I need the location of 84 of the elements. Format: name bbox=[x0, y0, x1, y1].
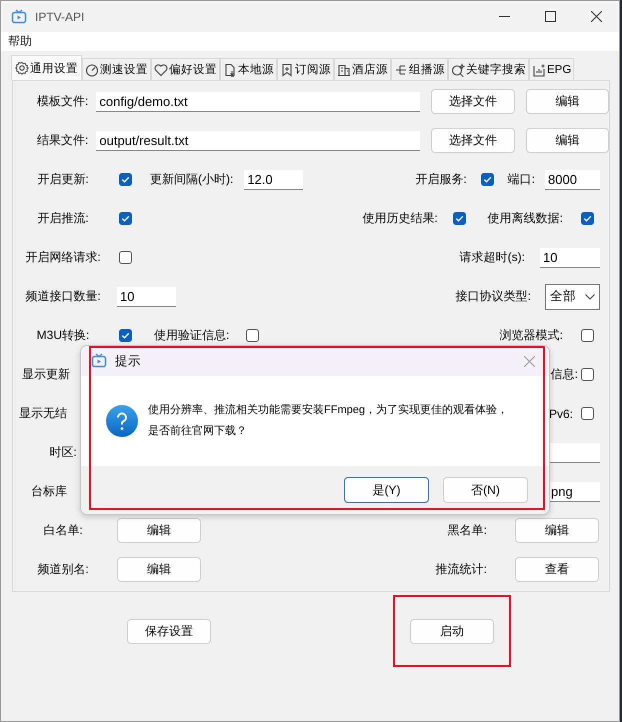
choose-file-button[interactable]: 选择文件 bbox=[431, 89, 515, 114]
text-field[interactable]: png bbox=[548, 482, 600, 502]
search-icon bbox=[451, 62, 465, 76]
save-settings-button[interactable]: 保存设置 bbox=[127, 618, 211, 644]
text-field[interactable]: output/result.txt bbox=[96, 130, 420, 150]
file-download-icon bbox=[223, 62, 237, 76]
field-label: 开启服务: bbox=[415, 171, 467, 188]
field-label: 黑名单: bbox=[448, 522, 487, 539]
field-label: 浏览器模式: bbox=[500, 327, 563, 344]
field-label: 白名单: bbox=[42, 522, 84, 539]
gear-icon bbox=[15, 61, 29, 75]
field-label: 台标库 bbox=[31, 483, 67, 500]
field-label: 开启网络请求: bbox=[24, 249, 102, 266]
edit-button[interactable]: 编辑 bbox=[117, 557, 201, 582]
tab[interactable]: 组播源 bbox=[391, 58, 448, 80]
tab[interactable]: EPG bbox=[529, 58, 574, 80]
tv-icon bbox=[91, 353, 107, 369]
field-label: 显示无结 bbox=[19, 405, 67, 422]
checkbox[interactable] bbox=[119, 329, 132, 342]
field-label: 开启推流: bbox=[36, 210, 90, 227]
chevron-icon bbox=[585, 294, 595, 300]
dialog-button[interactable]: 是(Y) bbox=[344, 477, 429, 503]
close-icon[interactable] bbox=[590, 11, 602, 22]
field-label: 端口: bbox=[508, 171, 535, 188]
tab[interactable]: 酒店源 bbox=[334, 58, 391, 80]
field-label: 开启更新: bbox=[36, 171, 90, 188]
text-field[interactable] bbox=[548, 442, 600, 462]
tab[interactable]: 偏好设置 bbox=[151, 58, 220, 80]
branch-icon bbox=[394, 62, 408, 76]
tab[interactable]: 测速设置 bbox=[82, 58, 151, 80]
field-label: 时区: bbox=[48, 444, 78, 461]
dialog-title: 提示 bbox=[115, 352, 141, 370]
checkbox[interactable] bbox=[581, 329, 594, 342]
checkbox[interactable] bbox=[581, 368, 594, 381]
field-label: 请求超时(s): bbox=[460, 249, 525, 266]
edit-button[interactable]: 编辑 bbox=[526, 128, 609, 153]
tab[interactable]: 关键字搜索 bbox=[448, 58, 529, 80]
field-label: 信息: bbox=[550, 366, 578, 383]
field-label: 推流统计: bbox=[436, 561, 487, 578]
checkbox[interactable] bbox=[480, 173, 494, 186]
tab[interactable]: 通用设置 bbox=[11, 55, 82, 80]
text-field[interactable]: 12.0 bbox=[244, 170, 304, 190]
edit-button[interactable]: 编辑 bbox=[526, 89, 609, 114]
text-field[interactable]: 10 bbox=[540, 248, 600, 268]
window-title: IPTV-API bbox=[35, 10, 84, 24]
choose-file-button[interactable]: 选择文件 bbox=[431, 128, 515, 153]
menu-item[interactable]: 帮助 bbox=[1, 33, 39, 50]
field-label: Pv6: bbox=[548, 406, 573, 420]
field-label: M3U转换: bbox=[36, 327, 90, 344]
protocol-dropdown[interactable]: 全部 bbox=[545, 284, 600, 310]
tv-icon bbox=[11, 8, 27, 24]
dialog-message: 使用分辨率、推流相关功能需要安装FFmpeg，为了实现更佳的观看体验， 是否前往官网下载？ bbox=[148, 402, 508, 439]
checkbox[interactable] bbox=[119, 173, 132, 186]
field-label: 使用离线数据: bbox=[488, 210, 563, 227]
text-field[interactable]: 10 bbox=[117, 286, 176, 306]
text-field[interactable]: 8000 bbox=[545, 170, 600, 190]
tab[interactable]: 订阅源 bbox=[277, 58, 334, 80]
field-label: 使用验证信息: bbox=[154, 327, 230, 344]
text-field[interactable]: config/demo.txt bbox=[96, 92, 420, 112]
field-label: 接口协议类型: bbox=[456, 288, 531, 305]
maximize-icon[interactable] bbox=[544, 11, 556, 22]
edit-button[interactable]: 编辑 bbox=[515, 518, 599, 543]
checkbox[interactable] bbox=[581, 212, 594, 225]
checkbox[interactable] bbox=[119, 251, 132, 264]
heart-icon bbox=[154, 62, 168, 76]
field-label: 频道别名: bbox=[36, 561, 90, 578]
gauge-icon bbox=[85, 62, 99, 76]
field-label: 显示更新 bbox=[22, 366, 70, 383]
field-label: 频道接口数量: bbox=[24, 288, 102, 305]
bookmark-icon bbox=[280, 62, 294, 76]
tab[interactable]: 本地源 bbox=[220, 58, 277, 80]
checkbox[interactable] bbox=[246, 329, 260, 342]
checkbox[interactable] bbox=[581, 407, 594, 420]
chart-icon bbox=[532, 62, 546, 76]
checkbox[interactable] bbox=[452, 212, 466, 225]
building-icon bbox=[337, 62, 351, 76]
dialog-button[interactable]: 否(N) bbox=[443, 477, 528, 503]
field-label: 更新间隔(小时): bbox=[150, 171, 234, 188]
checkbox[interactable] bbox=[119, 212, 132, 225]
field-label: 使用历史结果: bbox=[362, 210, 438, 227]
question-icon bbox=[106, 405, 138, 437]
edit-button[interactable]: 编辑 bbox=[117, 518, 201, 543]
start-button[interactable]: 启动 bbox=[410, 618, 494, 644]
edit-button[interactable]: 查看 bbox=[515, 557, 599, 582]
